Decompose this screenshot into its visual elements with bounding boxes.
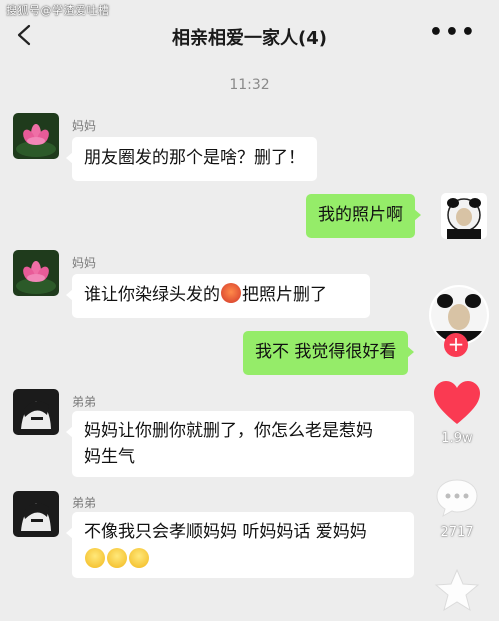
message-text: 朋友圈发的那个是啥？删了！ xyxy=(84,148,305,168)
sender-name: 弟弟 xyxy=(72,496,97,510)
comment-count: 2717 xyxy=(440,525,474,540)
message-text: 谁让你染绿头发的 xyxy=(84,285,220,305)
message-bubble[interactable]: 妈妈让你删你就删了，你怎么老是惹妈 妈生气 xyxy=(66,411,414,477)
grinning-face-icon xyxy=(107,548,127,568)
avatar-brother[interactable] xyxy=(13,491,59,537)
message-bubble[interactable]: 谁让你染绿头发的 把照片删了 xyxy=(66,274,370,318)
message-bubble[interactable]: 我的照片啊 xyxy=(306,194,421,238)
message-text: 不像我只会孝顺妈妈 听妈妈话 爱妈妈 xyxy=(84,522,367,542)
avatar-mom[interactable] xyxy=(13,113,59,159)
grinning-face-icon xyxy=(85,548,105,568)
like-count: 1.9w xyxy=(441,431,473,446)
chat-header: 相亲相爱一家人(4) ••• xyxy=(0,0,499,70)
message-timestamp: 11:32 xyxy=(229,77,270,93)
sender-name: 弟弟 xyxy=(72,395,97,409)
avatar-brother[interactable] xyxy=(13,389,59,435)
message-text: 我不 我觉得很好看 xyxy=(255,342,397,362)
message-bubble[interactable]: 不像我只会孝顺妈妈 听妈妈话 爱妈妈 xyxy=(66,512,414,578)
message-text: 妈妈让你删你就删了，你怎么老是惹妈 xyxy=(84,421,373,441)
angry-face-icon xyxy=(221,283,241,303)
heart-icon[interactable] xyxy=(432,380,482,426)
message-bubble[interactable]: 我不 我觉得很好看 xyxy=(243,331,415,375)
comment-icon[interactable] xyxy=(435,478,479,518)
message-text: 把照片删了 xyxy=(242,285,327,305)
grin-emoji-row xyxy=(84,547,402,573)
plus-icon[interactable]: + xyxy=(444,333,468,357)
more-dots-icon[interactable]: ••• xyxy=(429,22,477,44)
sender-name: 妈妈 xyxy=(72,119,97,133)
grinning-face-icon xyxy=(129,548,149,568)
sender-name: 妈妈 xyxy=(72,256,97,270)
chat-title: 相亲相爱一家人(4) xyxy=(172,28,327,49)
avatar-mom[interactable] xyxy=(13,250,59,296)
message-text: 妈生气 xyxy=(84,447,135,467)
message-bubble[interactable]: 朋友圈发的那个是啥？删了！ xyxy=(66,137,317,181)
message-text: 我的照片啊 xyxy=(318,205,403,225)
avatar-me[interactable] xyxy=(441,193,487,239)
star-icon[interactable] xyxy=(434,568,480,612)
